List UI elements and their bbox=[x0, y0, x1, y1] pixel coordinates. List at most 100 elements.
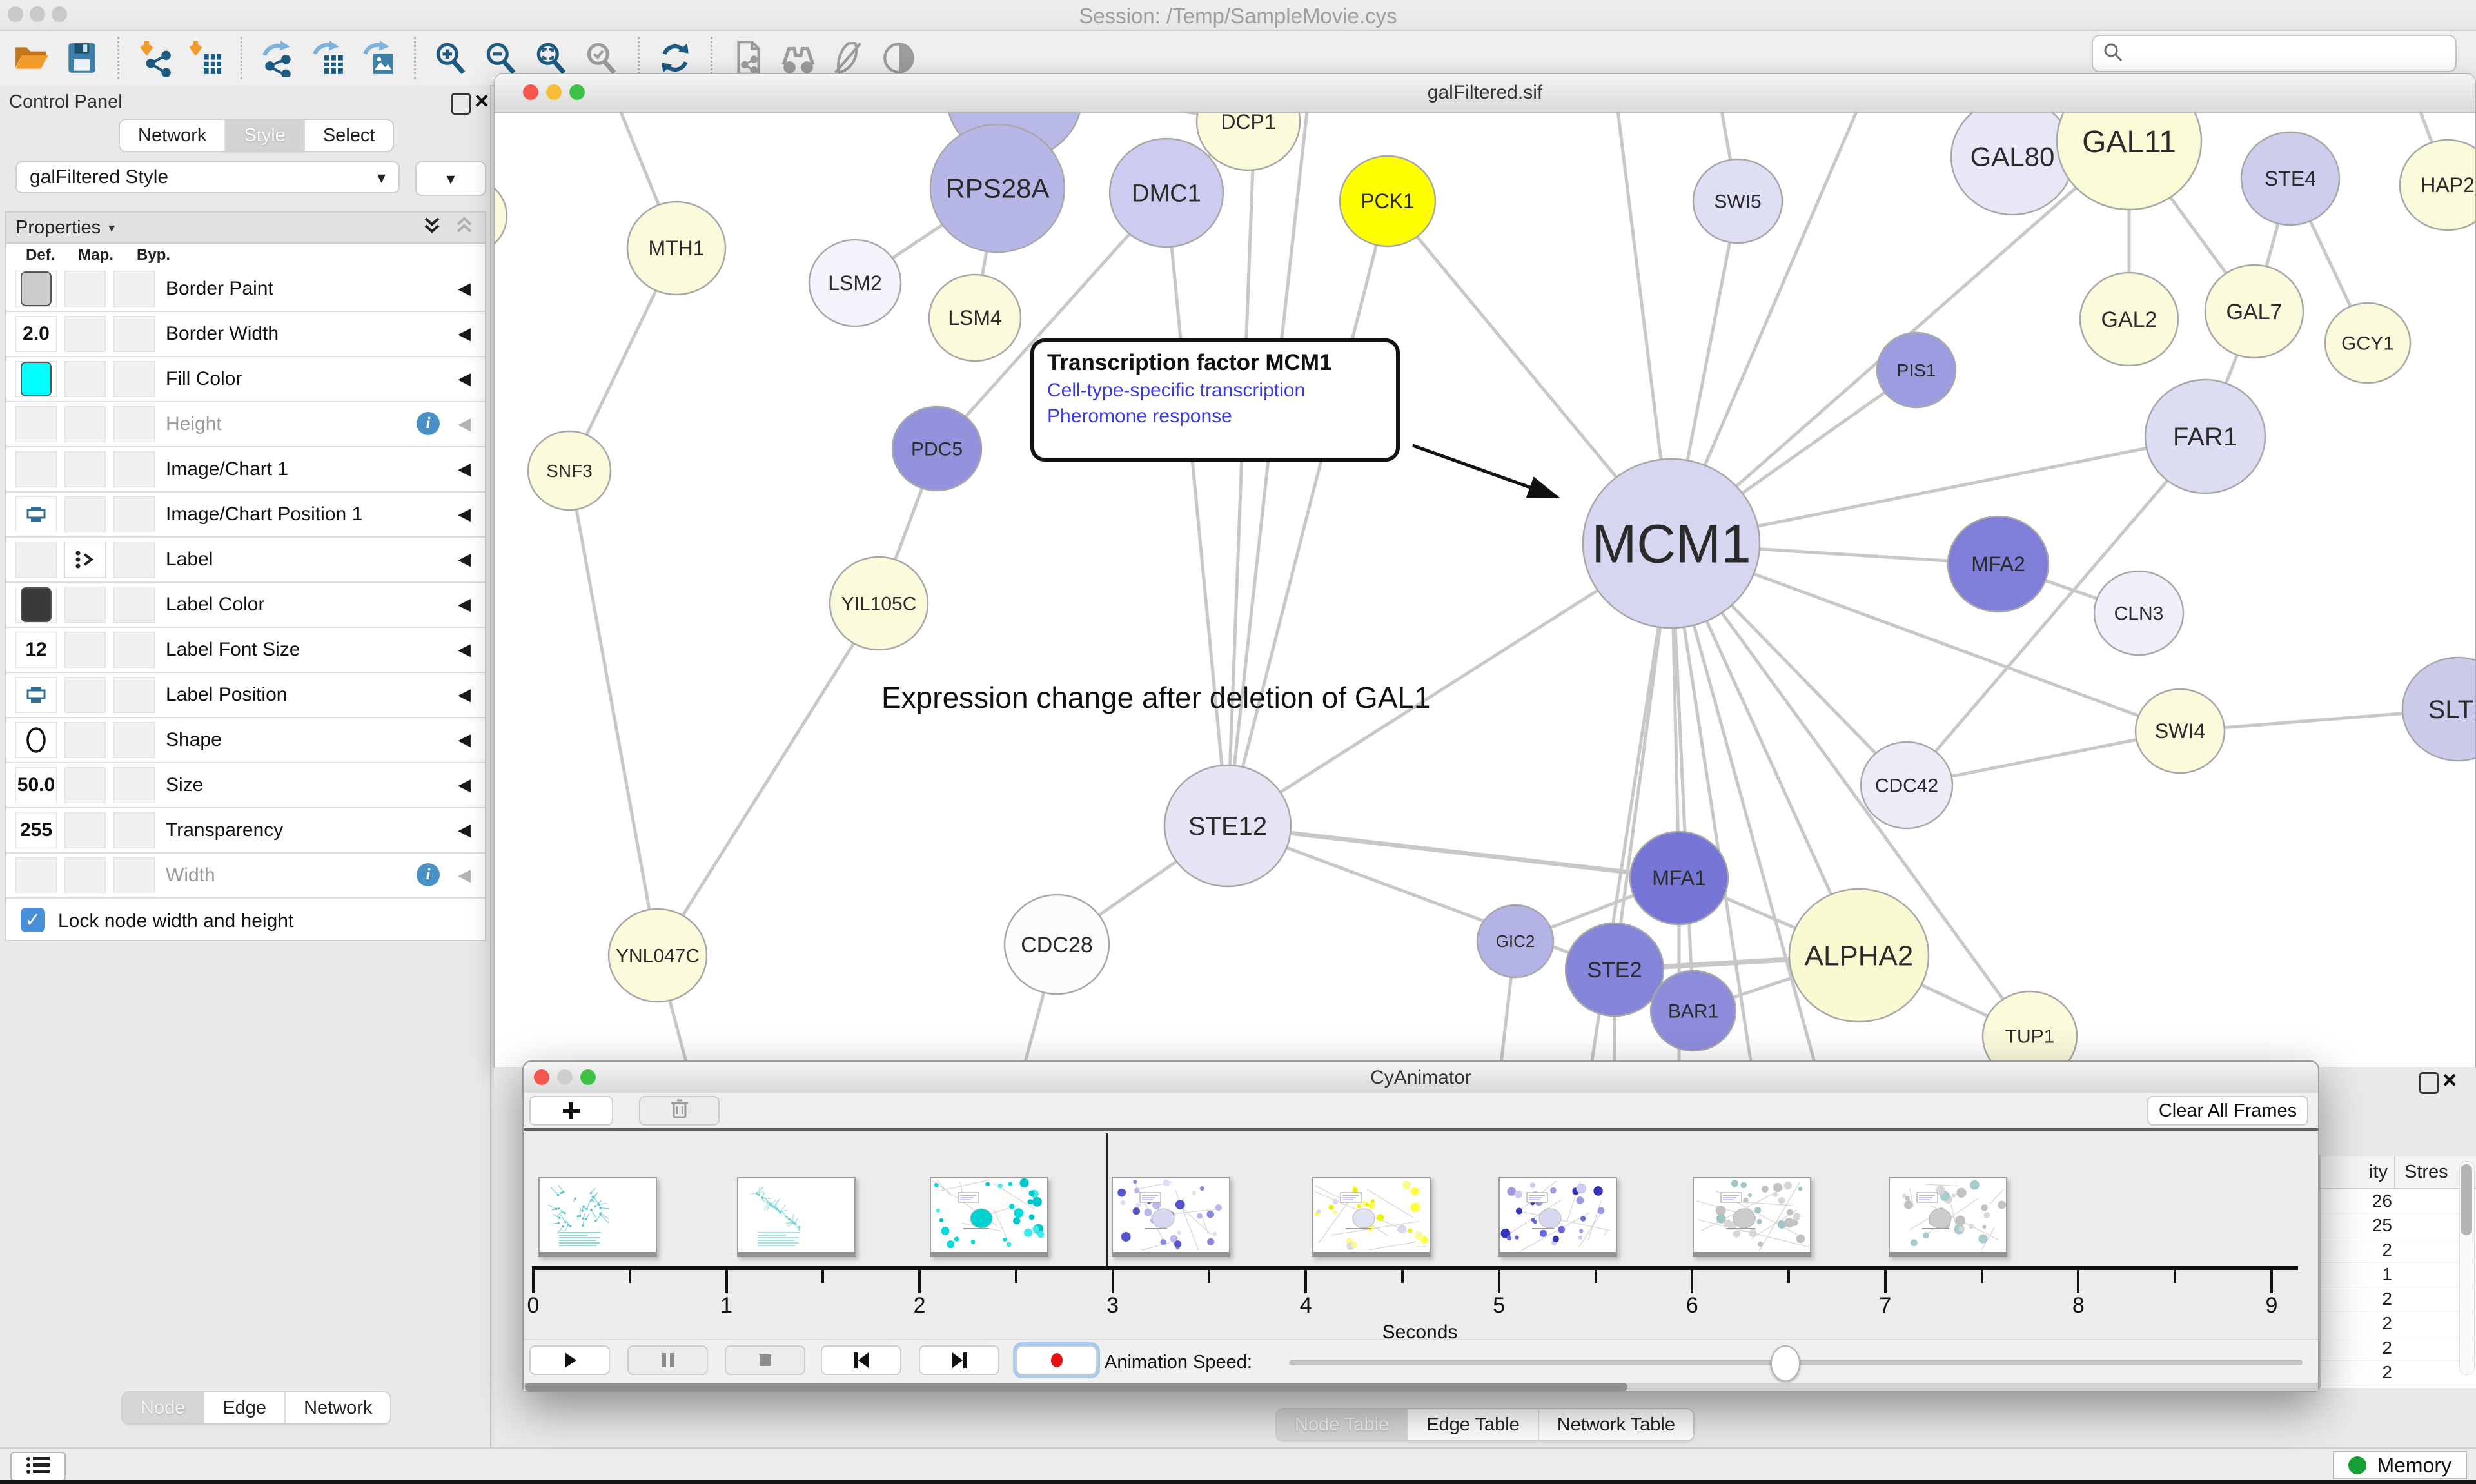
tab-network-table[interactable]: Network Table bbox=[1538, 1409, 1693, 1440]
annotation-link-1[interactable]: Cell-type-specific transcription bbox=[1047, 380, 1383, 402]
network-node-hap2[interactable]: HAP2 bbox=[2400, 140, 2475, 230]
expand-row-icon[interactable]: ◀ bbox=[458, 594, 471, 614]
property-row-shape[interactable]: Shape◀ bbox=[6, 718, 485, 763]
table-row[interactable]: 25 bbox=[2321, 1214, 2476, 1238]
property-map-cell[interactable] bbox=[64, 406, 106, 442]
property-row-label-font-size[interactable]: 12Label Font Size◀ bbox=[6, 628, 485, 673]
toolbar-import-table-button[interactable] bbox=[180, 33, 230, 83]
timeline-scrollbar-thumb[interactable] bbox=[525, 1383, 1627, 1391]
network-node-rps28a[interactable]: RPS28A bbox=[930, 124, 1065, 252]
mac-titlebar[interactable]: Session: /Temp/SampleMovie.cys bbox=[0, 0, 2476, 31]
expand-row-icon[interactable]: ◀ bbox=[458, 549, 471, 569]
property-row-border-width[interactable]: 2.0Border Width◀ bbox=[6, 312, 485, 357]
network-node-partial[interactable] bbox=[495, 177, 507, 255]
network-node-mfa2[interactable]: MFA2 bbox=[1948, 516, 2049, 612]
animation-speed-slider-thumb[interactable] bbox=[1771, 1345, 1800, 1381]
property-map-cell[interactable] bbox=[64, 767, 106, 803]
property-def-cell[interactable] bbox=[15, 496, 57, 532]
tab-select[interactable]: Select bbox=[304, 120, 393, 151]
property-row-label[interactable]: Label◀ bbox=[6, 538, 485, 583]
property-map-cell[interactable] bbox=[64, 722, 106, 758]
skip-to-start-button[interactable] bbox=[821, 1345, 901, 1375]
network-node-cdc28[interactable]: CDC28 bbox=[1005, 895, 1109, 994]
expand-row-icon[interactable]: ◀ bbox=[458, 685, 471, 705]
toolbar-export-network-button[interactable] bbox=[253, 33, 303, 83]
record-button[interactable] bbox=[1016, 1345, 1097, 1375]
frame-thumbnail[interactable] bbox=[1112, 1177, 1230, 1257]
delete-frame-button[interactable] bbox=[639, 1096, 720, 1126]
expand-row-icon[interactable]: ◀ bbox=[458, 730, 471, 750]
property-row-border-paint[interactable]: Border Paint◀ bbox=[6, 267, 485, 312]
network-node-pis1[interactable]: PIS1 bbox=[1877, 333, 1956, 407]
annotation-box[interactable]: Transcription factor MCM1 Cell-type-spec… bbox=[1030, 338, 1400, 462]
table-row[interactable]: 2 bbox=[2321, 1336, 2476, 1361]
tab-edge-table[interactable]: Edge Table bbox=[1407, 1409, 1538, 1440]
frame-thumbnail[interactable] bbox=[1498, 1177, 1617, 1257]
network-node-swi5[interactable]: SWI5 bbox=[1693, 159, 1782, 243]
property-row-label-position[interactable]: Label Position◀ bbox=[6, 673, 485, 718]
property-def-cell[interactable] bbox=[15, 451, 57, 487]
network-caption[interactable]: Expression change after deletion of GAL1 bbox=[881, 680, 1431, 715]
toolbar-export-image-button[interactable] bbox=[353, 33, 404, 83]
network-node-yil105c[interactable]: YIL105C bbox=[830, 557, 928, 650]
network-node-ste2[interactable]: STE2 bbox=[1566, 923, 1664, 1016]
network-node-slt2[interactable]: SLT2 bbox=[2402, 658, 2475, 761]
property-def-cell[interactable] bbox=[15, 361, 57, 397]
property-map-cell[interactable] bbox=[64, 361, 106, 397]
network-node-pdc5[interactable]: PDC5 bbox=[892, 407, 981, 491]
frame-thumbnail[interactable] bbox=[930, 1177, 1048, 1257]
table-scrollbar[interactable] bbox=[2459, 1161, 2475, 1375]
property-map-cell[interactable] bbox=[64, 496, 106, 532]
property-def-cell[interactable] bbox=[15, 271, 57, 307]
tab-style[interactable]: Style bbox=[224, 120, 303, 151]
property-byp-cell[interactable] bbox=[113, 632, 155, 668]
table-row[interactable]: 2 bbox=[2321, 1287, 2476, 1312]
network-node-gal2[interactable]: GAL2 bbox=[2080, 273, 2178, 366]
property-def-cell[interactable] bbox=[15, 587, 57, 623]
network-node-mfa1[interactable]: MFA1 bbox=[1630, 832, 1728, 924]
add-frame-button[interactable] bbox=[529, 1096, 613, 1126]
timeline-scrollbar[interactable] bbox=[524, 1383, 2318, 1391]
network-node-far1[interactable]: FAR1 bbox=[2145, 380, 2265, 493]
network-node-gal11[interactable]: GAL11 bbox=[2057, 113, 2201, 210]
style-options-button[interactable]: ▾ bbox=[415, 161, 486, 196]
property-map-cell[interactable] bbox=[64, 812, 106, 848]
property-row-size[interactable]: 50.0Size◀ bbox=[6, 763, 485, 808]
network-node-bar1[interactable]: BAR1 bbox=[1651, 971, 1736, 1051]
style-selector[interactable]: galFiltered Style ▾ bbox=[15, 161, 400, 193]
property-def-cell[interactable] bbox=[15, 722, 57, 758]
network-node-gcy1[interactable]: GCY1 bbox=[2325, 303, 2410, 383]
memory-button[interactable]: Memory bbox=[2333, 1451, 2467, 1479]
clear-all-frames-button[interactable]: Clear All Frames bbox=[2147, 1096, 2308, 1126]
property-def-cell[interactable] bbox=[15, 542, 57, 578]
property-map-cell[interactable] bbox=[64, 271, 106, 307]
network-node-pck1[interactable]: PCK1 bbox=[1340, 156, 1435, 246]
property-def-cell[interactable]: 2.0 bbox=[15, 316, 57, 352]
property-byp-cell[interactable] bbox=[113, 677, 155, 713]
play-button[interactable] bbox=[529, 1345, 610, 1375]
task-history-button[interactable] bbox=[10, 1452, 66, 1481]
network-node-gal7[interactable]: GAL7 bbox=[2205, 265, 2303, 358]
property-row-transparency[interactable]: 255Transparency◀ bbox=[6, 808, 485, 854]
search-box[interactable] bbox=[2092, 35, 2457, 72]
search-input[interactable] bbox=[2130, 42, 2446, 65]
frame-thumbnail[interactable] bbox=[1693, 1177, 1811, 1257]
property-row-image-chart-position-1[interactable]: Image/Chart Position 1◀ bbox=[6, 493, 485, 538]
network-node-ynl047c[interactable]: YNL047C bbox=[609, 909, 707, 1002]
expand-row-icon[interactable]: ◀ bbox=[458, 639, 471, 659]
network-node-tup1[interactable]: TUP1 bbox=[1983, 991, 2077, 1068]
property-byp-cell[interactable] bbox=[113, 767, 155, 803]
tab-node[interactable]: Node bbox=[123, 1392, 203, 1423]
annotation-link-2[interactable]: Pheromone response bbox=[1047, 405, 1383, 427]
property-byp-cell[interactable] bbox=[113, 361, 155, 397]
expand-row-icon[interactable]: ◀ bbox=[458, 459, 471, 479]
close-panel-icon[interactable]: × bbox=[475, 89, 489, 113]
network-node-snf3[interactable]: SNF3 bbox=[528, 431, 611, 510]
tab-edge[interactable]: Edge bbox=[203, 1392, 284, 1423]
network-node-cdc42[interactable]: CDC42 bbox=[1861, 742, 1952, 828]
property-byp-cell[interactable] bbox=[113, 271, 155, 307]
float-panel-icon[interactable] bbox=[2419, 1072, 2439, 1094]
property-map-cell[interactable] bbox=[64, 857, 106, 893]
property-map-cell[interactable] bbox=[64, 451, 106, 487]
frame-thumbnail[interactable] bbox=[538, 1177, 657, 1257]
